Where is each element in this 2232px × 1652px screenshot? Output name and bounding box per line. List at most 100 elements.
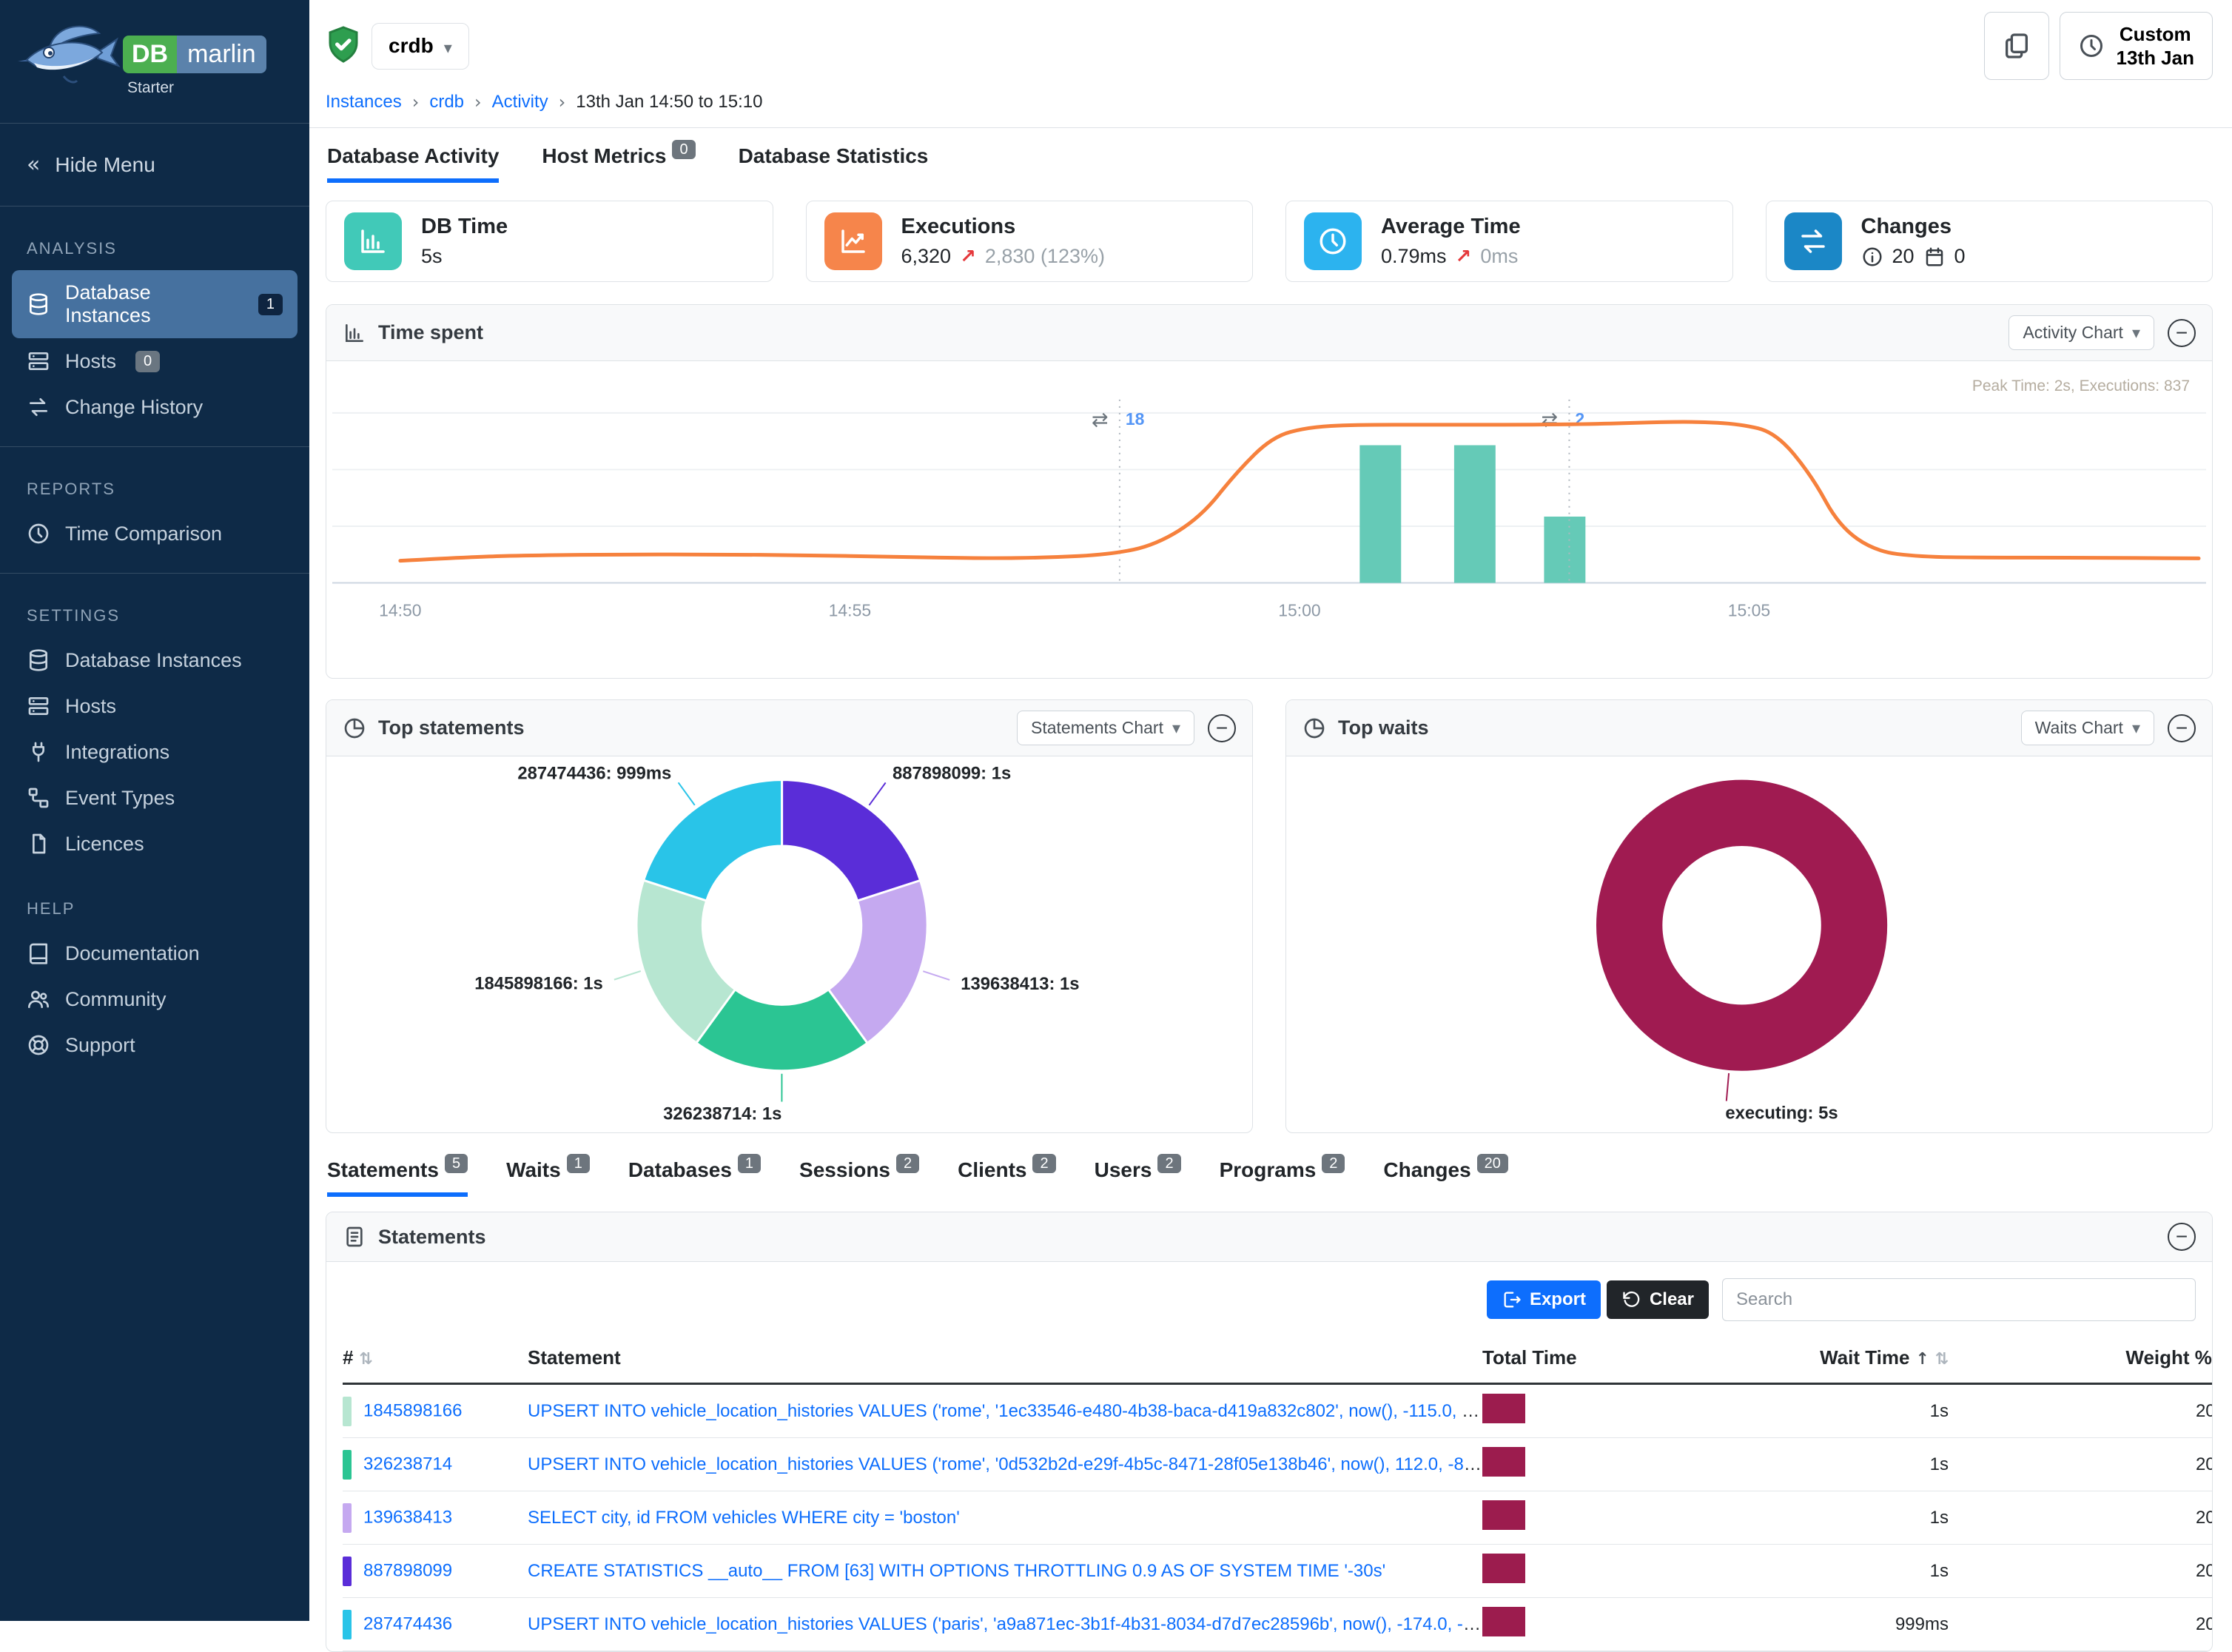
detail-tab-databases[interactable]: Databases1	[628, 1158, 761, 1197]
donut-row: Top statements Statements Chart − 887898…	[326, 699, 2213, 1133]
statement-id-link[interactable]: 1845898166	[363, 1400, 462, 1420]
statement-link[interactable]: CREATE STATISTICS __auto__ FROM [63] WIT…	[528, 1561, 1385, 1581]
sidebar-section-reports: REPORTS	[27, 480, 309, 499]
collapse-panel-button[interactable]: −	[1208, 714, 1236, 742]
donut-slice-887898099[interactable]	[782, 780, 921, 901]
top-statements-header: Top statements Statements Chart −	[326, 700, 1252, 756]
sidebar-item-database-instances[interactable]: Database Instances	[0, 637, 309, 683]
total-time-bar	[1482, 1607, 1525, 1636]
caret-down-icon	[1172, 719, 1180, 738]
donut-label: 139638413: 1s	[961, 974, 1079, 994]
detail-tab-changes[interactable]: Changes20	[1383, 1158, 1508, 1197]
sidebar-item-hosts[interactable]: Hosts	[0, 683, 309, 729]
breadcrumb-separator	[412, 92, 420, 113]
collapse-panel-button[interactable]: −	[2168, 714, 2196, 742]
donut-slice-executing[interactable]	[1630, 813, 1855, 1038]
time-range-date: 13th Jan	[2117, 46, 2195, 70]
kpi-delta: 2,830 (123%)	[985, 245, 1105, 268]
kpi-title: Changes	[1861, 215, 1966, 239]
wait-time-value: 999ms	[1704, 1598, 1949, 1651]
export-button[interactable]: Export	[1487, 1280, 1601, 1319]
sidebar-item-time-comparison[interactable]: Time Comparison	[0, 511, 309, 557]
executions-bar[interactable]	[1544, 517, 1585, 583]
statement-id-link[interactable]: 887898099	[363, 1560, 452, 1580]
statement-link[interactable]: UPSERT INTO vehicle_location_histories V…	[528, 1454, 1482, 1474]
weight-value: 20%	[1949, 1438, 2213, 1491]
sidebar-item-community[interactable]: Community	[0, 976, 309, 1022]
top-waits-chart[interactable]: executing: 5s	[1286, 756, 2212, 1132]
breadcrumb-link-crdb[interactable]: crdb	[429, 92, 464, 113]
kpi-card-changes: Changes200	[1766, 201, 2213, 282]
breadcrumb: InstancescrdbActivity13th Jan 14:50 to 1…	[309, 80, 2232, 113]
sidebar-item-label: Support	[65, 1034, 135, 1057]
collapse-panel-button[interactable]: −	[2168, 1223, 2196, 1251]
dbmarlin-logo: DB marlin Starter	[0, 0, 309, 107]
waits-chart-select[interactable]: Waits Chart	[2021, 711, 2154, 745]
sidebar-item-documentation[interactable]: Documentation	[0, 930, 309, 976]
total-time-bar	[1482, 1554, 1525, 1583]
detail-tab-users[interactable]: Users2	[1095, 1158, 1181, 1197]
database-icon	[27, 648, 50, 672]
detail-tab-waits[interactable]: Waits1	[506, 1158, 590, 1197]
db-time-line[interactable]	[400, 422, 2199, 561]
sidebar-item-support[interactable]: Support	[0, 1022, 309, 1068]
top-statements-chart[interactable]: 887898099: 1s139638413: 1s326238714: 1s1…	[326, 756, 1252, 1132]
sidebar-item-label: Licences	[65, 833, 144, 856]
people-icon	[27, 987, 50, 1011]
kpi-title: Executions	[901, 215, 1105, 239]
statement-link[interactable]: UPSERT INTO vehicle_location_histories V…	[528, 1614, 1482, 1634]
sidebar-item-event-types[interactable]: Event Types	[0, 775, 309, 821]
detail-tab-programs[interactable]: Programs2	[1220, 1158, 1345, 1197]
detail-tab-clients[interactable]: Clients2	[958, 1158, 1055, 1197]
statements-table: #StatementTotal TimeWait TimeWeight % 18…	[343, 1333, 2213, 1651]
sort-asc-icon	[1909, 1346, 1929, 1369]
hide-menu-button[interactable]: Hide Menu	[0, 140, 309, 189]
edition-label: Starter	[127, 79, 266, 97]
donut-label: executing: 5s	[1725, 1103, 1838, 1123]
instance-selector[interactable]: crdb	[372, 23, 469, 70]
detail-tab-sessions[interactable]: Sessions2	[799, 1158, 919, 1197]
activity-chart-select[interactable]: Activity Chart	[2009, 315, 2154, 350]
diagram-icon	[27, 786, 50, 810]
clear-button[interactable]: Clear	[1607, 1280, 1709, 1319]
donut-slice-287474436[interactable]	[644, 780, 782, 901]
donut-label: 1845898166: 1s	[474, 973, 602, 993]
weight-value: 20%	[1949, 1598, 2213, 1651]
tab-database-statistics[interactable]: Database Statistics	[739, 144, 929, 183]
column-header-wait-time[interactable]: Wait Time	[1704, 1333, 1949, 1384]
weight-value: 20%	[1949, 1545, 2213, 1598]
wait-time-value: 1s	[1704, 1545, 1949, 1598]
statement-id-link[interactable]: 287474436	[363, 1614, 452, 1633]
executions-bar[interactable]	[1359, 446, 1401, 583]
copy-link-button[interactable]	[1984, 12, 2049, 80]
column-header--[interactable]: #	[343, 1333, 528, 1384]
statement-link[interactable]: SELECT city, id FROM vehicles WHERE city…	[528, 1508, 960, 1528]
time-spent-chart[interactable]: 14:5014:5515:0015:05⇄18⇄2 Peak Time: 2s,…	[326, 361, 2212, 678]
sidebar-item-change-history[interactable]: Change History	[0, 384, 309, 430]
column-header-weight-[interactable]: Weight %	[1949, 1333, 2213, 1384]
search-input[interactable]	[1722, 1278, 2196, 1321]
detail-tab-statements[interactable]: Statements5	[327, 1158, 468, 1197]
sidebar-item-hosts[interactable]: Hosts0	[0, 338, 309, 384]
executions-bar[interactable]	[1454, 446, 1496, 583]
statements-chart-label: Statements Chart	[1031, 718, 1163, 738]
tab-database-activity[interactable]: Database Activity	[327, 144, 499, 183]
statements-chart-select[interactable]: Statements Chart	[1017, 711, 1194, 745]
breadcrumb-link-activity[interactable]: Activity	[492, 92, 548, 113]
count-badge: 2	[1032, 1154, 1055, 1173]
statement-id-link[interactable]: 326238714	[363, 1454, 452, 1474]
statement-id-link[interactable]: 139638413	[363, 1507, 452, 1527]
statement-link[interactable]: UPSERT INTO vehicle_location_histories V…	[528, 1401, 1482, 1421]
sidebar-item-label: Event Types	[65, 787, 175, 810]
calendar-icon	[1923, 246, 1946, 268]
change-marker-icon[interactable]: ⇄	[1092, 409, 1109, 432]
sidebar-item-integrations[interactable]: Integrations	[0, 729, 309, 775]
change-marker-icon[interactable]: ⇄	[1542, 409, 1559, 432]
sidebar-item-licences[interactable]: Licences	[0, 821, 309, 867]
tab-host-metrics[interactable]: Host Metrics0	[542, 144, 695, 183]
sidebar-item-database-instances[interactable]: Database Instances1	[12, 270, 298, 338]
time-range-button[interactable]: Custom13th Jan	[2060, 12, 2213, 80]
breadcrumb-link-instances[interactable]: Instances	[326, 92, 402, 113]
collapse-panel-button[interactable]: −	[2168, 319, 2196, 347]
export-icon	[1502, 1289, 1522, 1310]
